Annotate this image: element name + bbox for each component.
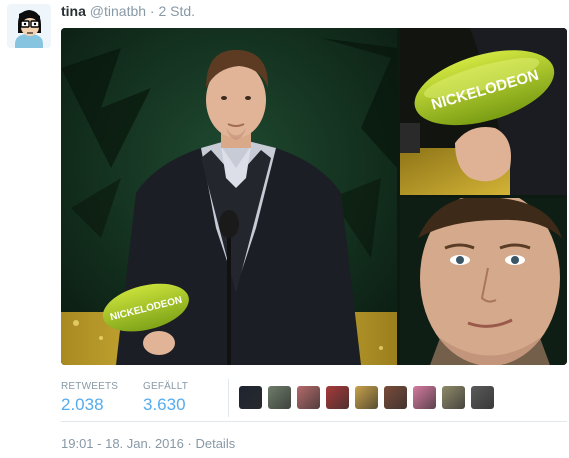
liked-by-avatar[interactable] <box>268 386 291 409</box>
liked-by-avatar[interactable] <box>384 386 407 409</box>
tweet-footer: 19:01 - 18. Jan. 2016 · Details <box>61 436 235 451</box>
header-separator: · <box>149 3 155 19</box>
photo-main[interactable]: NICKELODEON <box>61 28 397 365</box>
tweet-timestamp[interactable]: 19:01 - 18. Jan. 2016 <box>61 436 184 451</box>
retweets-label: RETWEETS <box>61 381 119 392</box>
likes-label: GEFÄLLT <box>143 381 189 392</box>
liked-by-avatar[interactable] <box>471 386 494 409</box>
liked-by-avatar[interactable] <box>413 386 436 409</box>
liked-by-avatar[interactable] <box>239 386 262 409</box>
user-handle[interactable]: @tinatbh <box>90 3 146 19</box>
footer-separator: · <box>187 436 192 451</box>
liked-by-avatar[interactable] <box>326 386 349 409</box>
liked-by-avatar[interactable] <box>442 386 465 409</box>
tweet-stats: RETWEETS 2.038 GEFÄLLT 3.630 <box>61 375 567 417</box>
tweet-header: tina @tinatbh · 2 Std. <box>61 2 195 20</box>
retweet-stat[interactable]: RETWEETS 2.038 <box>61 381 118 415</box>
details-link[interactable]: Details <box>195 436 235 451</box>
likes-count: 3.630 <box>143 395 186 414</box>
cartoon-avatar-image <box>7 4 51 48</box>
like-stat[interactable]: GEFÄLLT 3.630 <box>143 381 188 415</box>
retweets-count: 2.038 <box>61 395 104 414</box>
liked-by-avatar[interactable] <box>355 386 378 409</box>
tweet-relative-time[interactable]: 2 Std. <box>158 3 195 19</box>
photo-face-closeup[interactable] <box>400 198 567 365</box>
photo-trophy-closeup[interactable]: NICKELODEON <box>400 28 567 195</box>
display-name[interactable]: tina <box>61 3 86 19</box>
footer-divider <box>61 421 567 422</box>
user-avatar[interactable] <box>7 4 51 48</box>
tweet-media-grid: NICKELODEON NICKELODEON <box>61 28 567 365</box>
stats-divider <box>228 379 229 417</box>
liked-by-avatar[interactable] <box>297 386 320 409</box>
